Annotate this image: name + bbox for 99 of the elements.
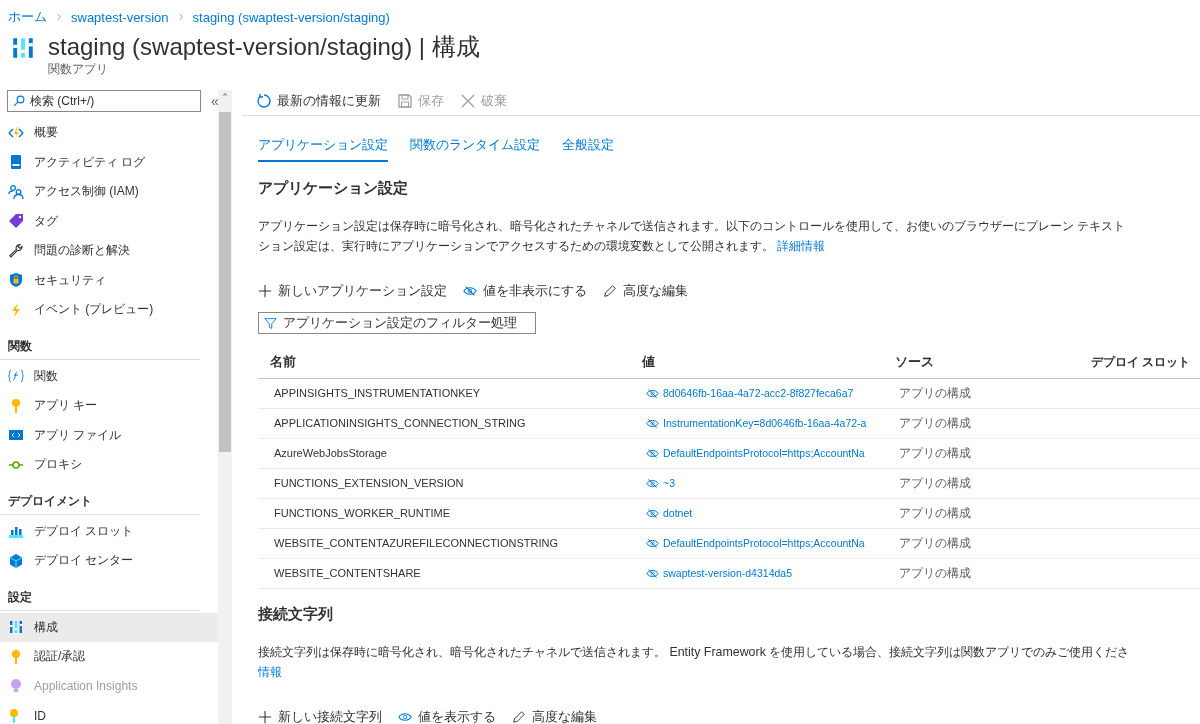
tab[interactable]: アプリケーション設定: [258, 135, 388, 162]
table-cell: FUNCTIONS_WORKER_RUNTIME: [258, 498, 630, 529]
column-header[interactable]: デプロイ スロット: [1087, 347, 1200, 379]
sidebar-item[interactable]: ID: [0, 701, 218, 724]
search-field[interactable]: 検索 (Ctrl+/): [7, 90, 201, 112]
people-icon: [8, 183, 24, 200]
refresh-icon: [256, 92, 272, 109]
eye-hidden-icon: [646, 386, 659, 400]
section-heading: 接続文字列: [258, 604, 334, 624]
page-title: staging (swaptest-version/staging) | 構成: [48, 33, 480, 61]
wrench-icon: [8, 242, 24, 259]
sidebar-item[interactable]: アクセス制御 (IAM): [0, 177, 218, 207]
chevron-icon: [176, 12, 185, 22]
sidebar-item[interactable]: プロキシ: [0, 450, 218, 480]
section-description: 接続文字列は保存時に暗号化され、暗号化されたチャネルで送信されます。 Entity Framework を使用している場合、接続文字列は関数アプリでのみご使用くださ 情報: [258, 643, 1131, 681]
log-icon: [8, 154, 24, 171]
configuration-icon: [8, 619, 24, 636]
eye-hidden-icon: [646, 566, 659, 580]
plus-icon: [258, 284, 272, 299]
breadcrumb-link[interactable]: staging (swaptest-version/staging): [192, 9, 390, 25]
cube-icon: [8, 552, 24, 569]
search-icon: [13, 95, 25, 107]
eye-icon: [398, 710, 412, 724]
close-icon: [460, 92, 476, 109]
table-cell: APPLICATIONINSIGHTS_CONNECTION_STRING: [258, 408, 630, 439]
filter-icon: [264, 316, 277, 330]
column-header[interactable]: 名前: [258, 347, 630, 379]
breadcrumb-link[interactable]: ホーム: [8, 8, 47, 26]
sidebar-item[interactable]: アプリ ファイル: [0, 420, 218, 450]
function-icon: [8, 368, 24, 385]
table-cell: AzureWebJobsStorage: [258, 438, 630, 469]
shield-icon: [8, 272, 24, 289]
filter-field[interactable]: アプリケーション設定のフィルター処理: [258, 311, 536, 334]
table-cell: アプリの構成: [883, 408, 1087, 439]
lightbulb-icon: [8, 678, 24, 695]
sidebar-item[interactable]: 関数: [0, 361, 218, 391]
breadcrumb-link[interactable]: swaptest-version: [71, 9, 169, 25]
sidebar-item[interactable]: デプロイ センター: [0, 546, 218, 576]
hide-button[interactable]: 値を非表示にする: [463, 282, 587, 300]
pencil-icon: [603, 284, 617, 299]
tab[interactable]: 関数のランタイム設定: [410, 135, 540, 162]
section-heading: 関数: [0, 324, 200, 360]
eye-hidden-icon: [646, 476, 659, 490]
table-cell: アプリの構成: [883, 528, 1087, 559]
edit-button[interactable]: 高度な編集: [512, 708, 597, 724]
value-link[interactable]: DefaultEndpointsProtocol=https;AccountNa: [646, 446, 883, 460]
sidebar-item[interactable]: イベント (プレビュー): [0, 295, 218, 325]
eye-hidden-icon: [646, 506, 659, 520]
section-description: アプリケーション設定は保存時に暗号化され、暗号化されたチャネルで送信されます。以下のコントロールを使用して、お使いのブラウザーにプレーン テキスト ション設定は、実行時にアプリケーションでアクセスするための環境変数として公開されます。 詳細情報: [258, 217, 1127, 255]
table-cell: WEBSITE_CONTENTSHARE: [258, 558, 630, 589]
column-header[interactable]: ソース: [883, 347, 1087, 379]
collapse-button[interactable]: «: [211, 93, 219, 109]
eye-hidden-icon: [646, 446, 659, 460]
sidebar-item[interactable]: 認証/承認: [0, 642, 218, 672]
section-heading: 設定: [0, 575, 200, 611]
eye-hidden-icon: [646, 416, 659, 430]
sidebar-item[interactable]: 問題の診断と解決: [0, 236, 218, 266]
save-icon: [397, 92, 413, 109]
scroll-up-icon: [221, 90, 229, 98]
table-cell: アプリの構成: [883, 498, 1087, 529]
table-cell: アプリの構成: [883, 468, 1087, 499]
table-cell: APPINSIGHTS_INSTRUMENTATIONKEY: [258, 378, 630, 409]
value-link[interactable]: DefaultEndpointsProtocol=https;AccountNa: [646, 536, 883, 550]
sidebar-item[interactable]: 構成: [0, 612, 218, 642]
add-button[interactable]: 新しい接続文字列: [258, 708, 382, 724]
eye-hidden-icon: [646, 536, 659, 550]
sidebar-item[interactable]: アクティビティ ログ: [0, 147, 218, 177]
table-cell: アプリの構成: [883, 438, 1087, 469]
show-button[interactable]: 値を表示する: [398, 708, 496, 724]
value-link[interactable]: 8d0646fb-16aa-4a72-acc2-8f827feca6a7: [646, 386, 883, 400]
page-subtitle: 関数アプリ: [48, 61, 109, 78]
sidebar-item[interactable]: アプリ キー: [0, 391, 218, 421]
edit-button[interactable]: 高度な編集: [603, 282, 688, 300]
learn-more-link[interactable]: 情報: [258, 664, 282, 679]
value-link[interactable]: dotnet: [646, 506, 883, 520]
table-cell: アプリの構成: [883, 558, 1087, 589]
column-header[interactable]: 値: [630, 347, 883, 379]
pencil-icon: [512, 710, 526, 724]
scrollbar-thumb[interactable]: [219, 112, 231, 452]
add-button[interactable]: 新しいアプリケーション設定: [258, 282, 447, 300]
value-link[interactable]: InstrumentationKey=8d0646fb-16aa-4a72-a: [646, 416, 883, 430]
tag-icon: [8, 213, 24, 230]
scrollbar[interactable]: [218, 90, 232, 724]
table-cell: WEBSITE_CONTENTAZUREFILECONNECTIONSTRING: [258, 528, 630, 559]
table-cell: アプリの構成: [883, 378, 1087, 409]
section-heading: アプリケーション設定: [258, 178, 409, 198]
sidebar-item[interactable]: 概要: [0, 118, 218, 148]
plus-icon: [258, 710, 272, 724]
table-cell: FUNCTIONS_EXTENSION_VERSION: [258, 468, 630, 499]
value-link[interactable]: ~3: [646, 476, 883, 490]
sidebar-item[interactable]: タグ: [0, 206, 218, 236]
value-link[interactable]: swaptest-version-d4314da5: [646, 566, 883, 580]
section-heading: デプロイメント: [0, 479, 200, 515]
chevron-icon: [55, 12, 63, 22]
tab[interactable]: 全般設定: [562, 135, 614, 162]
sidebar-item[interactable]: デプロイ スロット: [0, 516, 218, 546]
learn-more-link[interactable]: 詳細情報: [777, 238, 826, 253]
sidebar-item[interactable]: セキュリティ: [0, 265, 218, 295]
refresh-button[interactable]: 最新の情報に更新: [256, 91, 381, 110]
